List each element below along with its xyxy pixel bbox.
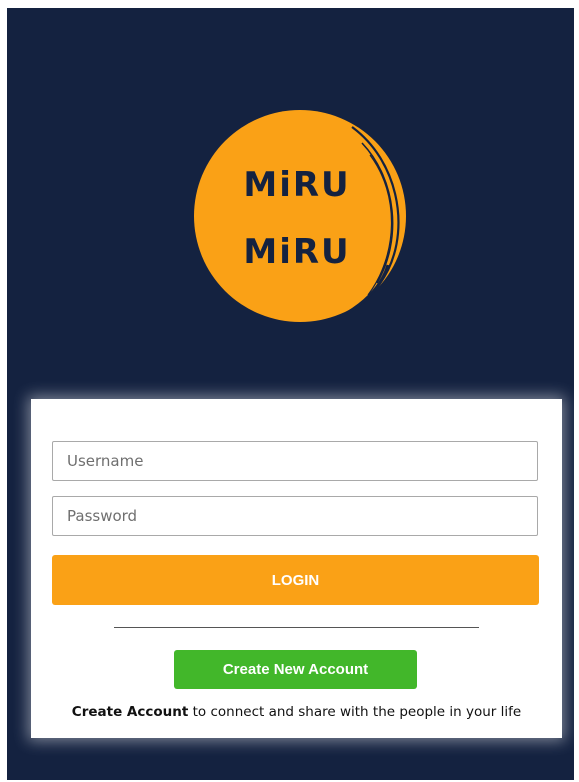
login-button[interactable]: LOGIN (52, 555, 539, 605)
username-input[interactable] (52, 441, 538, 481)
create-account-tagline: Create Account to connect and share with… (31, 704, 562, 720)
divider (114, 627, 479, 628)
tagline-text: to connect and share with the people in … (188, 704, 522, 720)
logo-text-line1: MiRU (243, 165, 350, 205)
create-new-account-button[interactable]: Create New Account (174, 650, 417, 689)
logo-text-line2: MiRU (243, 232, 350, 272)
app-background: MiRU MiRU LOGIN Create New Account Creat… (7, 8, 574, 780)
tagline-bold-text: Create Account (71, 704, 189, 720)
miru-logo: MiRU MiRU (192, 105, 417, 327)
logo-graphic: MiRU MiRU (194, 110, 406, 322)
password-input[interactable] (52, 496, 538, 536)
login-card: LOGIN Create New Account Create Account … (31, 399, 562, 738)
